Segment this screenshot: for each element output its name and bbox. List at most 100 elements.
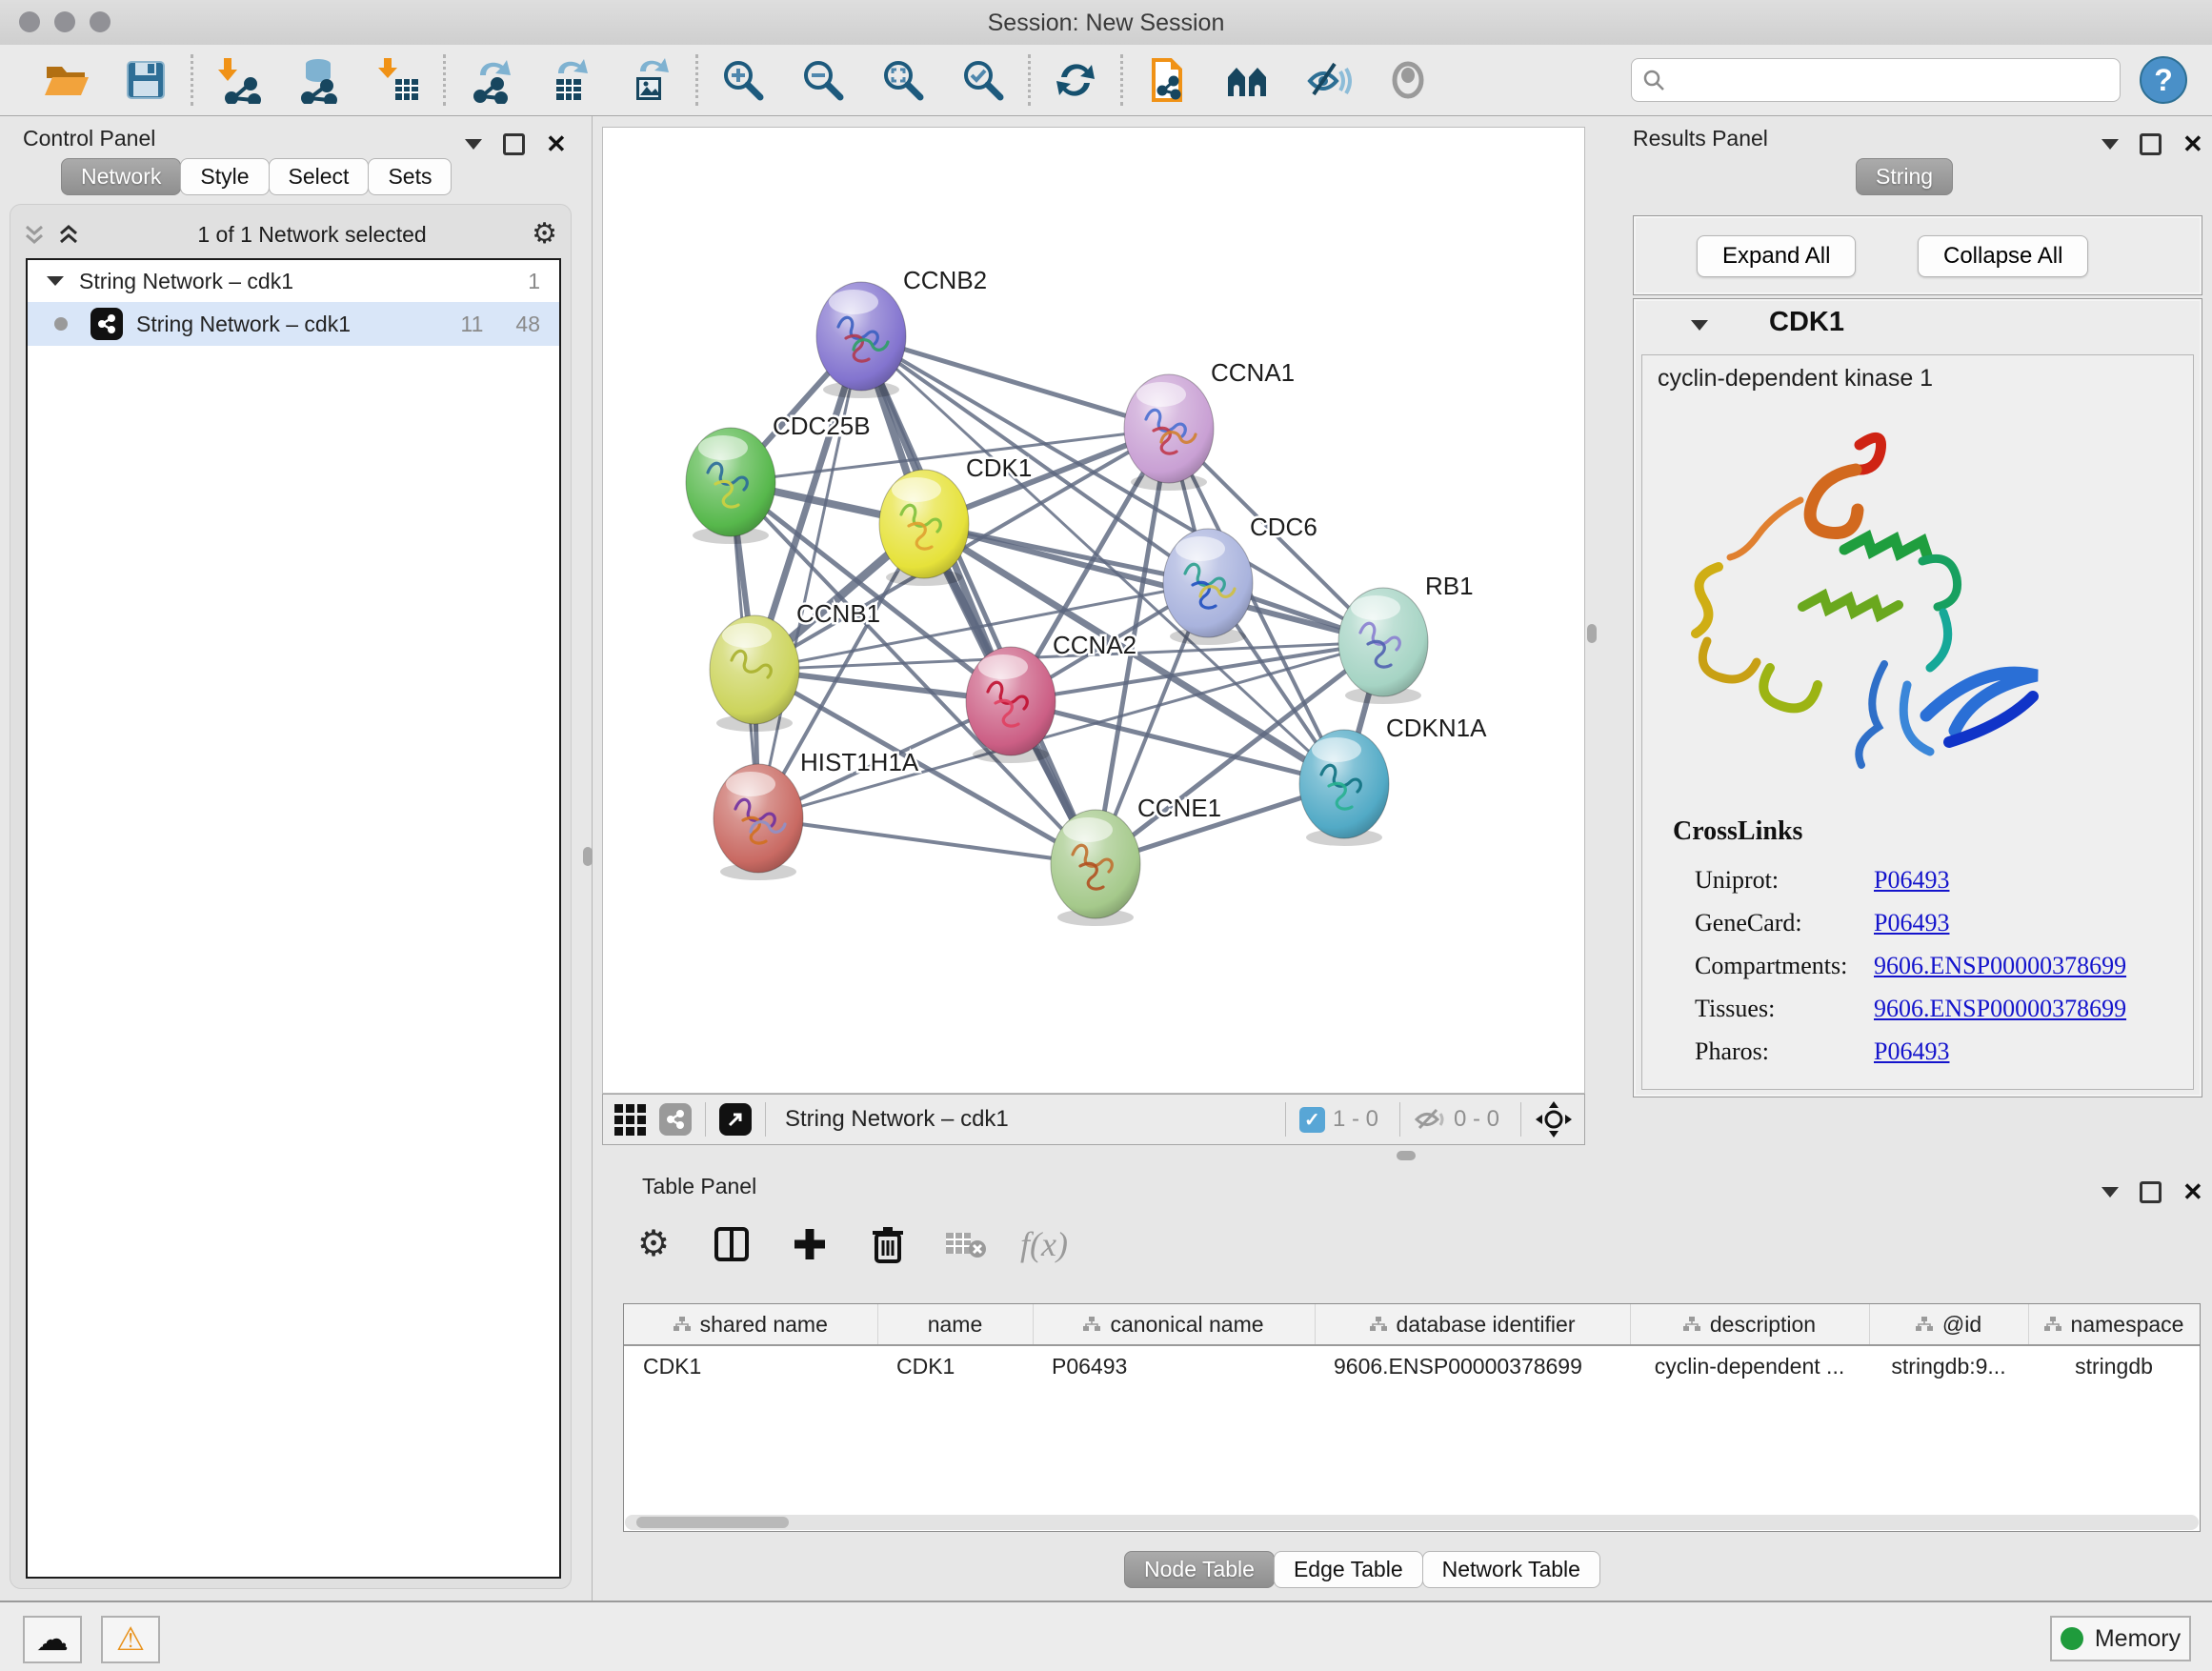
save-session-icon[interactable] bbox=[122, 56, 170, 104]
show-columns-icon[interactable] bbox=[707, 1219, 756, 1269]
tab-edge-table[interactable]: Edge Table bbox=[1274, 1551, 1423, 1588]
tab-select[interactable]: Select bbox=[269, 158, 370, 195]
edge-HIST1H1A-CCNE1[interactable] bbox=[758, 818, 1096, 864]
node-CDKN1A[interactable]: CDKN1A bbox=[1299, 714, 1487, 846]
network-edge-count: 48 bbox=[515, 312, 540, 337]
collection-expand-icon[interactable] bbox=[47, 276, 64, 286]
birds-eye-view-icon[interactable] bbox=[614, 1104, 646, 1136]
panel-float-icon[interactable] bbox=[503, 133, 525, 155]
node-CDC6[interactable]: CDC6 bbox=[1163, 513, 1317, 645]
table-row[interactable]: CDK1CDK1P064939606.ENSP00000378699cyclin… bbox=[624, 1345, 2200, 1386]
search-network-icon[interactable] bbox=[1224, 56, 1272, 104]
splitter-handle[interactable] bbox=[1397, 1151, 1416, 1160]
import-network-icon[interactable] bbox=[214, 56, 262, 104]
expand-all-networks-icon[interactable] bbox=[24, 223, 45, 246]
zoom-out-icon[interactable] bbox=[799, 56, 847, 104]
edge-CCNB2-CCNA1[interactable] bbox=[861, 336, 1169, 429]
column-header-name[interactable]: name bbox=[877, 1304, 1033, 1345]
edge-CCNB2-CCNE1[interactable] bbox=[861, 336, 1096, 864]
warnings-button[interactable]: ⚠ bbox=[101, 1616, 160, 1663]
node-CCNB2[interactable]: CCNB2 bbox=[816, 266, 987, 398]
import-database-icon[interactable] bbox=[294, 56, 342, 104]
tab-sets[interactable]: Sets bbox=[368, 158, 452, 195]
show-hide-graphics-icon[interactable] bbox=[1304, 56, 1352, 104]
zoom-selected-icon[interactable] bbox=[959, 56, 1007, 104]
network-row[interactable]: String Network – cdk1 11 48 bbox=[28, 302, 559, 346]
memory-button[interactable]: Memory bbox=[2050, 1616, 2191, 1661]
hidden-eye-icon[interactable] bbox=[1414, 1107, 1446, 1132]
edge-CCNB2-HIST1H1A[interactable] bbox=[758, 336, 861, 818]
collapse-all-networks-icon[interactable] bbox=[58, 223, 79, 246]
toolbar-separator bbox=[1399, 1102, 1400, 1137]
network-list: String Network – cdk1 1 String Network –… bbox=[26, 258, 561, 1579]
fit-selected-crosshair-icon[interactable] bbox=[1535, 1100, 1573, 1138]
crosslink-link[interactable]: 9606.ENSP00000378699 bbox=[1874, 952, 2126, 980]
panel-menu-icon[interactable] bbox=[2101, 139, 2119, 150]
help-icon[interactable]: ? bbox=[2140, 56, 2187, 104]
tab-string[interactable]: String bbox=[1856, 158, 1953, 195]
panel-menu-icon[interactable] bbox=[2101, 1187, 2119, 1198]
expand-all-button[interactable]: Expand All bbox=[1697, 235, 1856, 277]
network-collection-row[interactable]: String Network – cdk1 1 bbox=[28, 260, 559, 302]
panel-close-icon[interactable]: ✕ bbox=[2182, 131, 2203, 156]
crosslink-label: Uniprot: bbox=[1695, 866, 1874, 895]
cloud-status-button[interactable]: ☁ bbox=[23, 1616, 82, 1663]
export-table-icon[interactable] bbox=[547, 56, 594, 104]
node-label-CCNE1: CCNE1 bbox=[1137, 794, 1221, 822]
panel-float-icon[interactable] bbox=[2140, 1181, 2162, 1203]
function-builder-icon[interactable]: f(x) bbox=[1019, 1219, 1069, 1269]
selected-checkbox-icon[interactable]: ✓ bbox=[1299, 1107, 1325, 1133]
splitter-handle[interactable] bbox=[1587, 624, 1597, 643]
table-h-scrollbar[interactable] bbox=[625, 1515, 2199, 1530]
refresh-icon[interactable] bbox=[1052, 56, 1099, 104]
panel-close-icon[interactable]: ✕ bbox=[546, 131, 567, 156]
column-header-description[interactable]: description bbox=[1630, 1304, 1869, 1345]
zoom-in-icon[interactable] bbox=[719, 56, 767, 104]
network-overview-icon[interactable] bbox=[659, 1103, 692, 1136]
crosslink-link[interactable]: P06493 bbox=[1874, 1037, 1949, 1066]
node-CDC25B[interactable]: CDC25B bbox=[686, 412, 871, 544]
search-input[interactable] bbox=[1666, 67, 2110, 93]
crosslink-link[interactable]: P06493 bbox=[1874, 866, 1949, 895]
network-options-gear-icon[interactable]: ⚙ bbox=[532, 220, 557, 249]
search-field[interactable] bbox=[1631, 58, 2121, 102]
import-table-icon[interactable] bbox=[374, 56, 422, 104]
column-header-shared-name[interactable]: shared name bbox=[624, 1304, 877, 1345]
network-canvas[interactable]: CCNB2CCNA1CDC25BCDK1CDC6RB1CCNB1CCNA2CDK… bbox=[602, 127, 1585, 1094]
search-icon bbox=[1641, 68, 1666, 92]
panel-menu-icon[interactable] bbox=[465, 139, 482, 150]
eye-icon[interactable] bbox=[1384, 56, 1432, 104]
node-HIST1H1A[interactable]: HIST1H1A bbox=[714, 748, 919, 880]
edge-RB1-HIST1H1A[interactable] bbox=[758, 642, 1383, 818]
scrollbar-thumb[interactable] bbox=[636, 1517, 789, 1528]
tab-network[interactable]: Network bbox=[61, 158, 181, 195]
node-label-CDKN1A: CDKN1A bbox=[1386, 714, 1487, 742]
column-header--id[interactable]: @id bbox=[1869, 1304, 2028, 1345]
column-header-database-identifier[interactable]: database identifier bbox=[1315, 1304, 1630, 1345]
delete-table-icon[interactable] bbox=[941, 1219, 991, 1269]
export-network-icon[interactable] bbox=[467, 56, 514, 104]
splitter-handle[interactable] bbox=[583, 847, 593, 866]
crosslink-link[interactable]: 9606.ENSP00000378699 bbox=[1874, 995, 2126, 1023]
node-CCNE1[interactable]: CCNE1 bbox=[1051, 794, 1221, 926]
crosslink-link[interactable]: P06493 bbox=[1874, 909, 1949, 937]
tab-node-table[interactable]: Node Table bbox=[1124, 1551, 1275, 1588]
panel-close-icon[interactable]: ✕ bbox=[2182, 1179, 2203, 1204]
table-options-gear-icon[interactable]: ⚙ bbox=[629, 1219, 678, 1269]
column-header-canonical-name[interactable]: canonical name bbox=[1033, 1304, 1315, 1345]
panel-float-icon[interactable] bbox=[2140, 133, 2162, 155]
delete-column-icon[interactable] bbox=[863, 1219, 913, 1269]
export-image-icon[interactable] bbox=[627, 56, 674, 104]
toolbar-separator bbox=[443, 54, 446, 106]
open-file-network-icon[interactable] bbox=[1144, 56, 1192, 104]
tab-style[interactable]: Style bbox=[180, 158, 269, 195]
zoom-fit-icon[interactable] bbox=[879, 56, 927, 104]
column-header-namespace[interactable]: namespace bbox=[2028, 1304, 2200, 1345]
open-external-icon[interactable] bbox=[719, 1103, 752, 1136]
node-RB1[interactable]: RB1 bbox=[1338, 572, 1474, 704]
tab-network-table[interactable]: Network Table bbox=[1422, 1551, 1600, 1588]
collapse-all-button[interactable]: Collapse All bbox=[1918, 235, 2088, 277]
create-column-icon[interactable] bbox=[785, 1219, 835, 1269]
protein-section-collapse-icon[interactable] bbox=[1691, 320, 1708, 331]
open-session-icon[interactable] bbox=[42, 56, 90, 104]
